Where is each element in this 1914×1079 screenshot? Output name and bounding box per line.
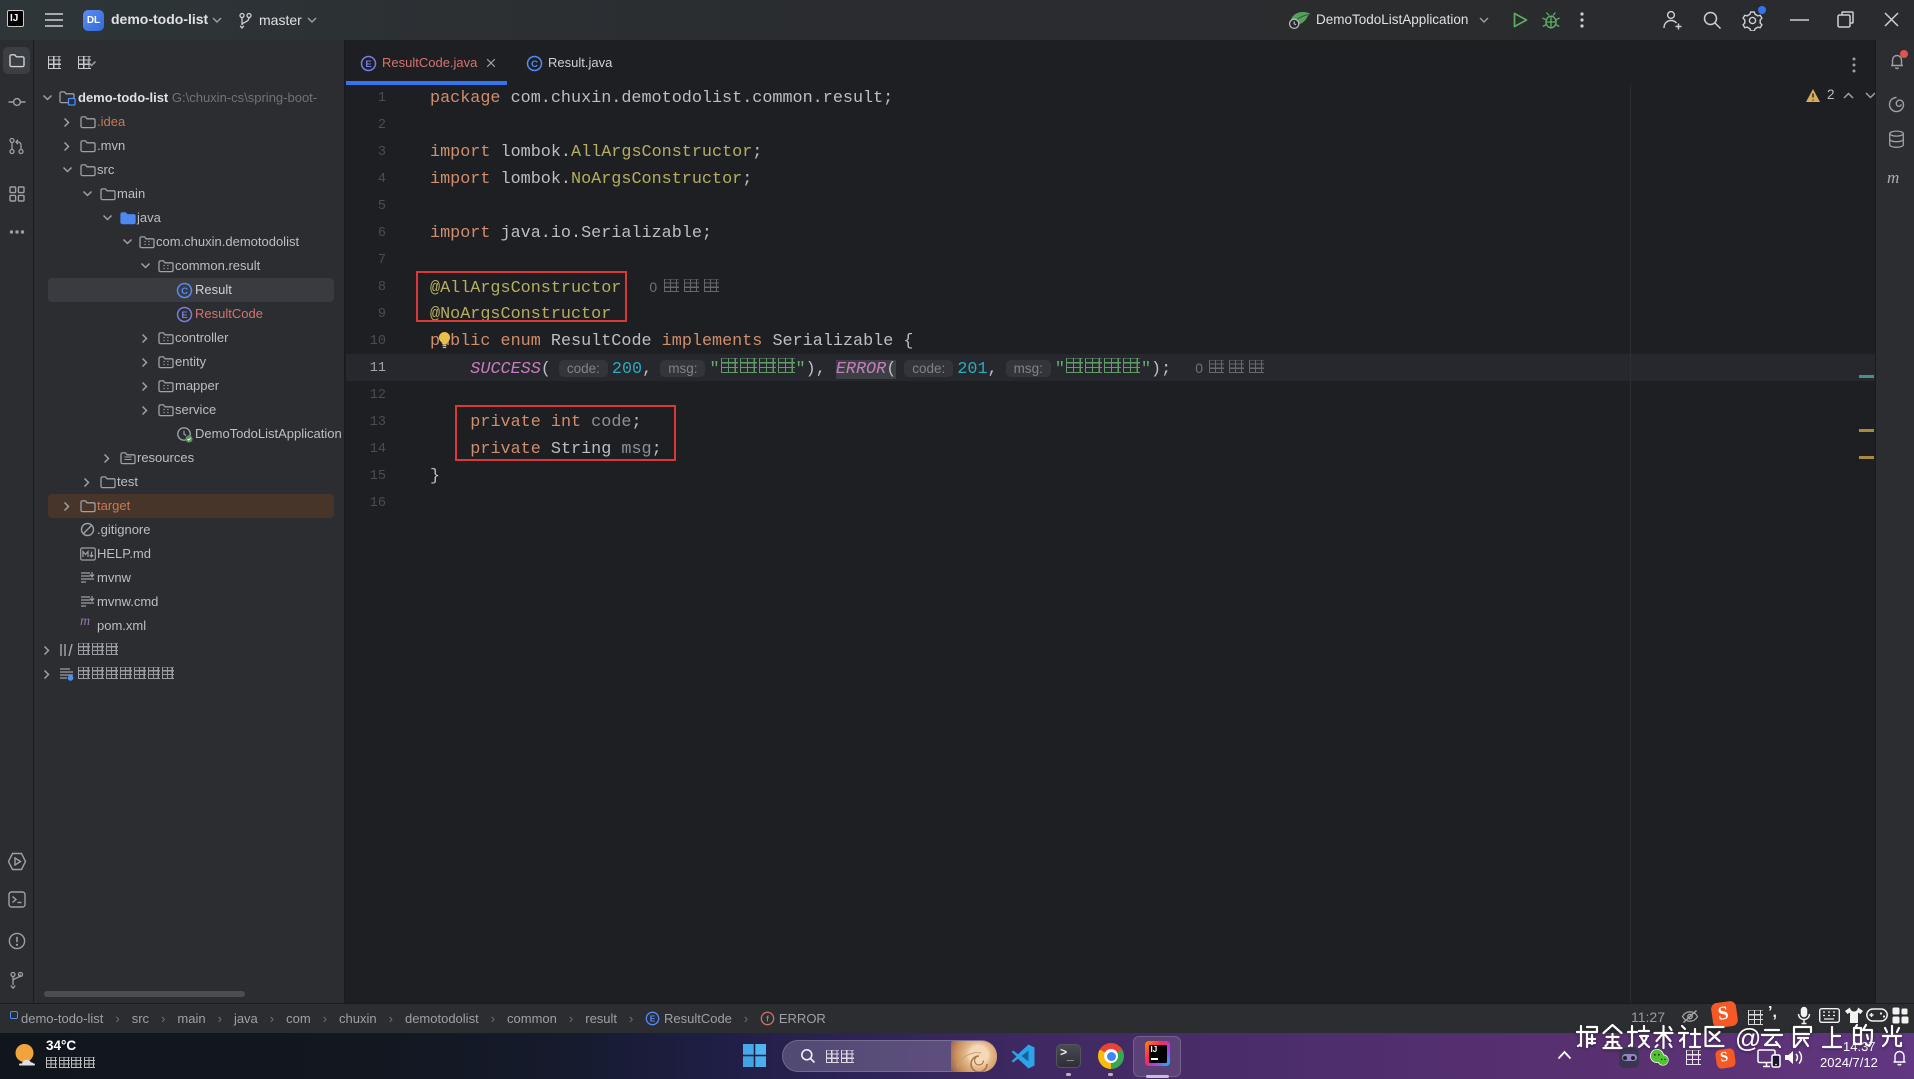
svg-text:E: E	[365, 59, 371, 70]
svg-text:@: @	[1735, 1023, 1761, 1053]
svg-text:C: C	[181, 286, 188, 297]
svg-text:E: E	[181, 310, 187, 321]
svg-text:f: f	[766, 1014, 769, 1024]
svg-text:E: E	[650, 1014, 656, 1024]
svg-text:C: C	[531, 59, 538, 70]
